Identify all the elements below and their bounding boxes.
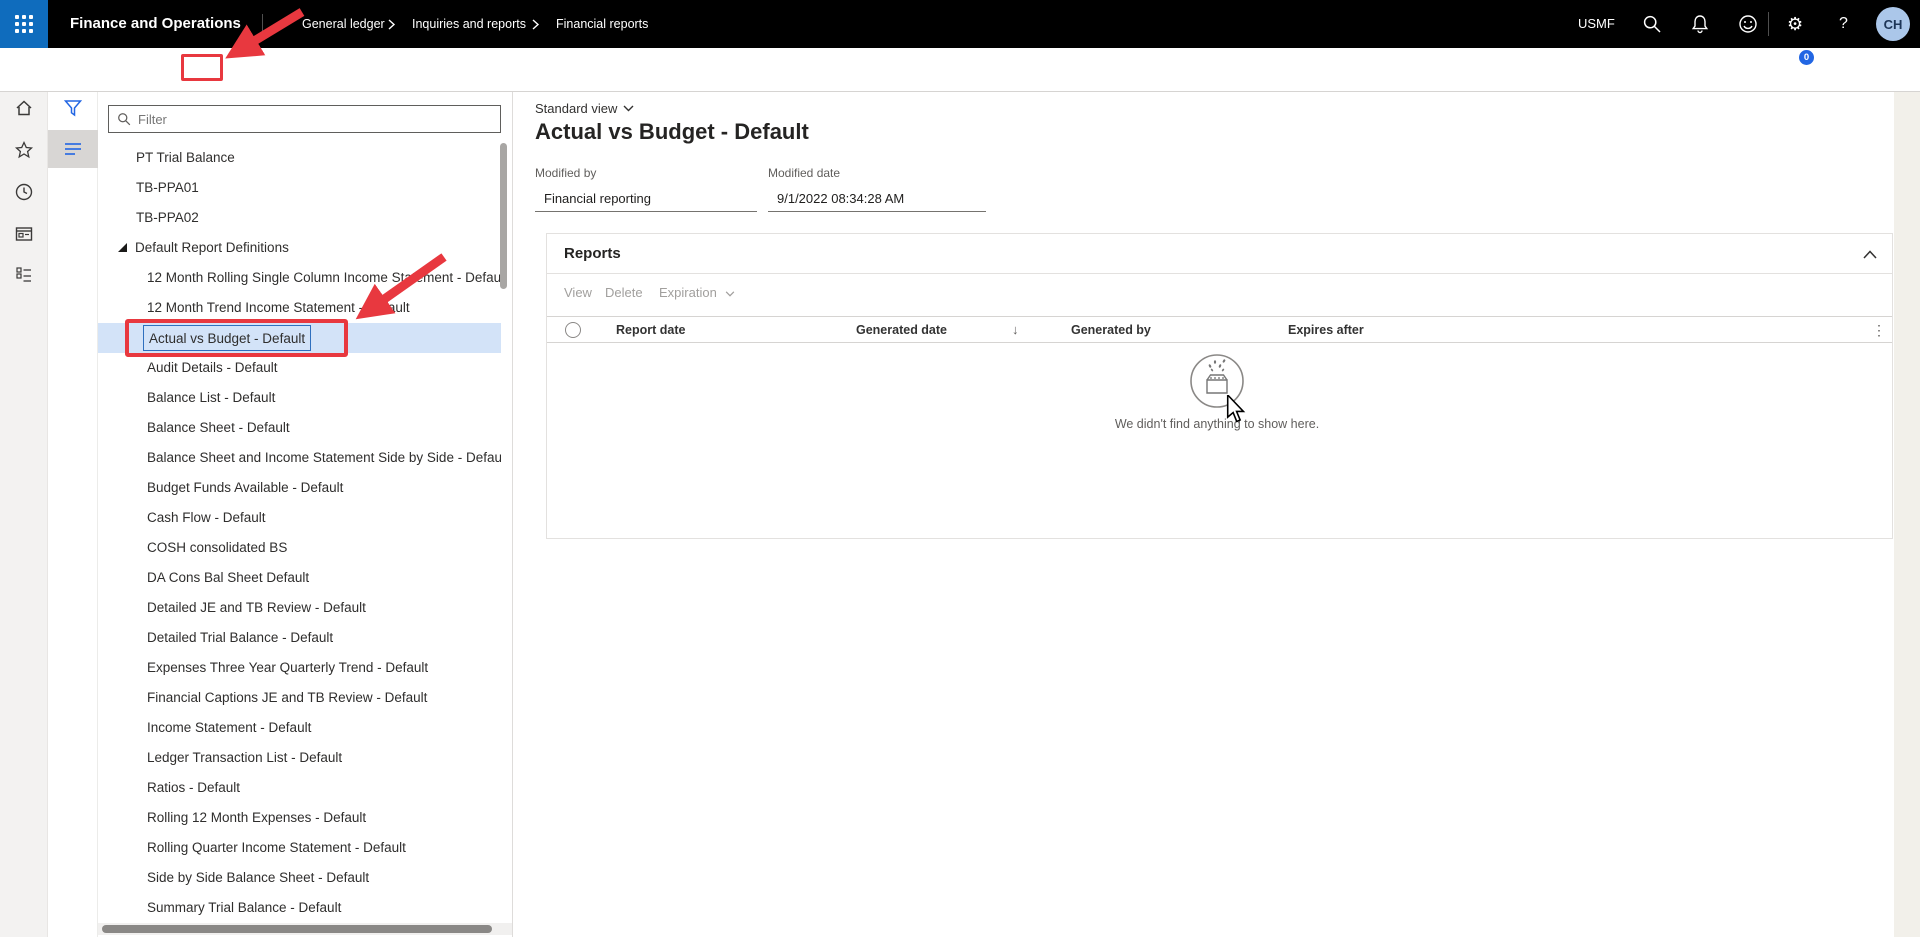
view-button[interactable]: View	[564, 281, 592, 305]
tree-item[interactable]: Balance Sheet and Income Statement Side …	[98, 443, 501, 473]
recent-clock-icon[interactable]	[14, 182, 34, 202]
breadcrumb-chevron-icon	[388, 19, 396, 30]
tree-item[interactable]: Summary Trial Balance - Default	[98, 893, 501, 923]
tree-item[interactable]: TB-PPA02	[98, 203, 501, 233]
horizontal-scrollbar[interactable]	[102, 925, 492, 933]
tree-item[interactable]: Income Statement - Default	[98, 713, 501, 743]
panel-list-icon[interactable]	[63, 139, 83, 159]
select-all-radio[interactable]	[565, 322, 581, 338]
reports-section: Reports View Delete Expiration Report da…	[546, 233, 1893, 539]
column-generated-by[interactable]: Generated by	[1071, 317, 1151, 343]
pane-rail	[48, 92, 98, 937]
top-app-bar: Finance and Operations General ledger In…	[0, 0, 1920, 48]
main-content: Standard view Actual vs Budget - Default…	[513, 92, 1893, 937]
tree-item[interactable]: Rolling Quarter Income Statement - Defau…	[98, 833, 501, 863]
reports-section-header[interactable]	[547, 234, 1892, 274]
tree-item[interactable]: 12 Month Trend Income Statement - Defaul…	[98, 293, 501, 323]
breadcrumb-section[interactable]: Inquiries and reports	[412, 0, 526, 48]
modified-by-label: Modified by	[535, 166, 596, 180]
settings-gear-icon[interactable]: ⚙	[1787, 0, 1803, 48]
column-generated-date[interactable]: Generated date	[856, 317, 947, 343]
page-title: Actual vs Budget - Default	[535, 119, 809, 145]
breadcrumb-chevron-icon	[532, 19, 540, 30]
tree-item[interactable]: Expenses Three Year Quarterly Trend - De…	[98, 653, 501, 683]
tree-expanded-triangle-icon	[118, 243, 127, 252]
grid-header-row	[547, 316, 1892, 343]
action-pane	[0, 48, 1920, 92]
tree-item-selected[interactable]: Actual vs Budget - Default	[98, 323, 501, 353]
feedback-smiley-icon[interactable]	[1738, 14, 1758, 34]
app-title: Finance and Operations	[70, 0, 241, 48]
tree-item[interactable]: Balance Sheet - Default	[98, 413, 501, 443]
help-icon[interactable]: ?	[1839, 0, 1848, 48]
notifications-bell-icon[interactable]	[1690, 14, 1710, 34]
tree-group-default-report-definitions[interactable]: Default Report Definitions	[98, 233, 501, 263]
sort-descending-icon[interactable]: ↓	[1012, 317, 1019, 343]
page-background-strip	[1894, 92, 1920, 937]
empty-state-icon	[1187, 351, 1247, 411]
company-selector[interactable]: USMF	[1578, 0, 1615, 48]
reports-section-title: Reports	[564, 245, 621, 262]
filter-box[interactable]	[108, 105, 501, 133]
tree-item[interactable]: Detailed JE and TB Review - Default	[98, 593, 501, 623]
filter-search-icon	[117, 112, 131, 126]
view-selector-label: Standard view	[535, 101, 617, 116]
tree-item[interactable]: Rolling 12 Month Expenses - Default	[98, 803, 501, 833]
selected-item-focus-box: Actual vs Budget - Default	[143, 325, 311, 351]
chevron-down-icon	[623, 105, 634, 112]
expiration-button[interactable]: Expiration	[659, 281, 735, 305]
delete-button[interactable]: Delete	[605, 281, 643, 305]
tree-item[interactable]: TB-PPA01	[98, 173, 501, 203]
home-icon[interactable]	[14, 98, 34, 118]
filter-input[interactable]	[138, 112, 492, 127]
empty-state-message: We didn't find anything to show here.	[1067, 417, 1367, 431]
topbar-divider	[1768, 12, 1769, 36]
tree-item[interactable]: Ratios - Default	[98, 773, 501, 803]
tree-item[interactable]: 12 Month Rolling Single Column Income St…	[98, 263, 501, 293]
attachments-badge: 0	[1799, 50, 1814, 65]
search-icon[interactable]	[1642, 14, 1662, 34]
tree-item[interactable]: Financial Captions JE and TB Review - De…	[98, 683, 501, 713]
chevron-down-icon	[725, 291, 735, 297]
tree-item[interactable]: DA Cons Bal Sheet Default	[98, 563, 501, 593]
tree-item[interactable]: Ledger Transaction List - Default	[98, 743, 501, 773]
tree-item[interactable]: Balance List - Default	[98, 383, 501, 413]
tree-item[interactable]: Audit Details - Default	[98, 353, 501, 383]
column-report-date[interactable]: Report date	[616, 317, 685, 343]
tree-item[interactable]: Budget Funds Available - Default	[98, 473, 501, 503]
workspaces-icon[interactable]	[14, 224, 34, 244]
tree-item[interactable]: Side by Side Balance Sheet - Default	[98, 863, 501, 893]
view-selector[interactable]: Standard view	[535, 101, 634, 116]
nav-rail	[0, 92, 48, 937]
grid-options-kebab-icon[interactable]: ⋮	[1872, 317, 1886, 343]
tree-item[interactable]: COSH consolidated BS	[98, 533, 501, 563]
user-avatar[interactable]: CH	[1876, 7, 1910, 41]
modified-date-label: Modified date	[768, 166, 840, 180]
tree-item[interactable]: Cash Flow - Default	[98, 503, 501, 533]
column-expires-after[interactable]: Expires after	[1288, 317, 1364, 343]
modified-date-value[interactable]: 9/1/2022 08:34:28 AM	[768, 188, 986, 212]
expiration-label: Expiration	[659, 285, 717, 300]
breadcrumb-page[interactable]: Financial reports	[556, 0, 648, 48]
collapse-chevron-up-icon[interactable]	[1863, 250, 1877, 259]
breadcrumb-module[interactable]: General ledger	[302, 0, 385, 48]
report-tree: PT Trial BalanceTB-PPA01TB-PPA02Default …	[98, 143, 513, 923]
report-definitions-panel: PT Trial BalanceTB-PPA01TB-PPA02Default …	[98, 92, 513, 937]
favorites-star-icon[interactable]	[14, 140, 34, 160]
vertical-scrollbar[interactable]	[500, 143, 507, 289]
tree-item[interactable]: Detailed Trial Balance - Default	[98, 623, 501, 653]
waffle-icon	[15, 15, 33, 33]
modified-by-value[interactable]: Financial reporting	[535, 188, 757, 212]
topbar-divider	[262, 14, 263, 34]
app-launcher-button[interactable]	[0, 0, 48, 48]
modules-list-icon[interactable]	[14, 265, 34, 285]
filter-funnel-icon[interactable]	[63, 98, 83, 118]
tree-item[interactable]: PT Trial Balance	[98, 143, 501, 173]
